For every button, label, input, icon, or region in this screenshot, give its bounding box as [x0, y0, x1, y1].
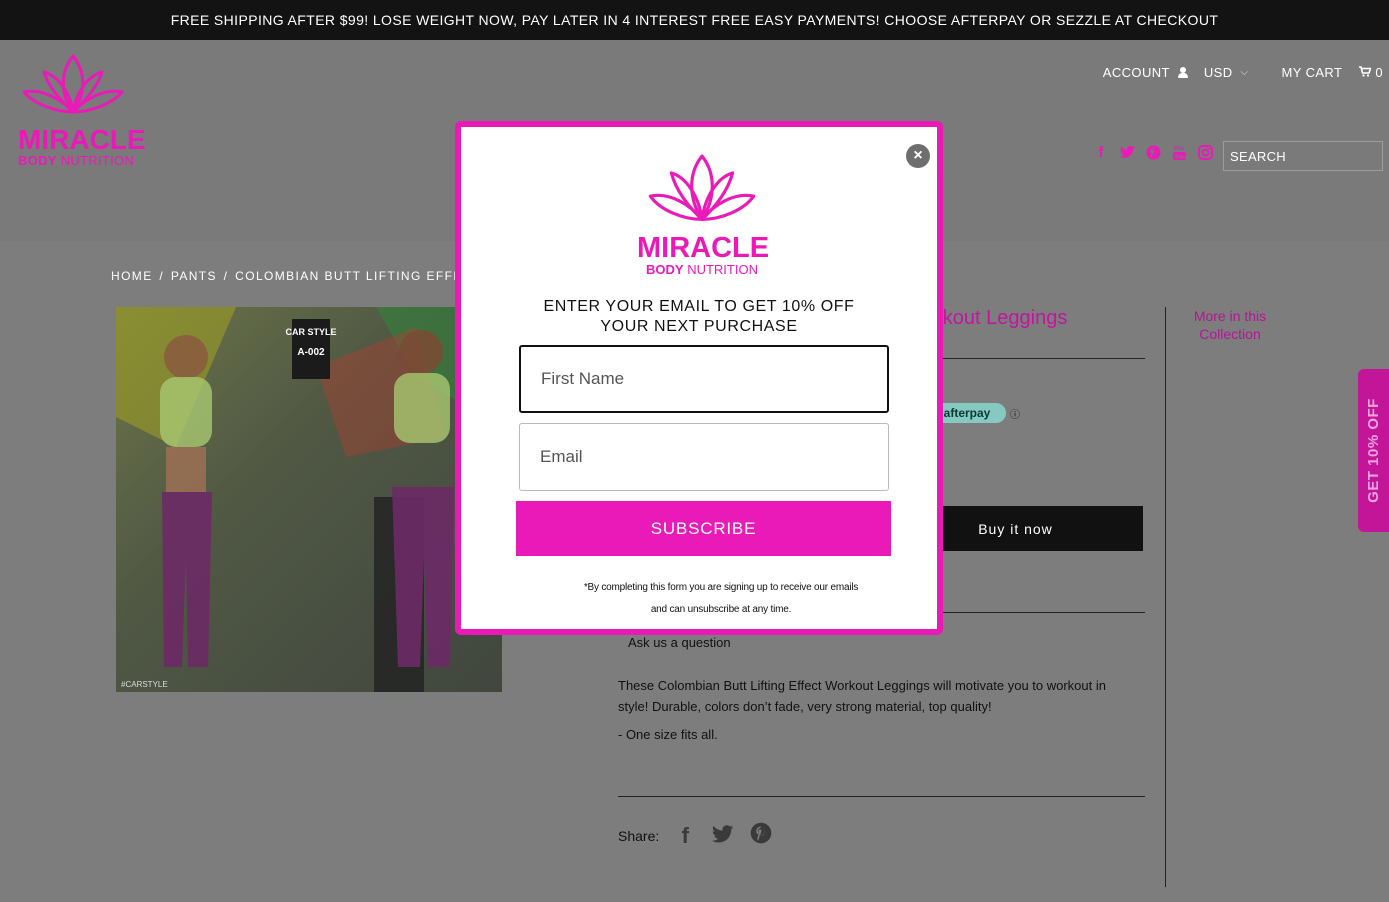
signup-modal-body: × MIRACLE BODY NUTRITION ENTER YOUR EMAI… — [461, 127, 937, 629]
lotus-icon — [22, 54, 124, 114]
breadcrumb-pants[interactable]: PANTS — [171, 269, 217, 283]
modal-logo: MIRACLE BODY NUTRITION — [637, 153, 770, 277]
divider — [618, 796, 1145, 797]
facebook-icon[interactable]: f — [673, 823, 697, 849]
breadcrumb-home[interactable]: HOME — [111, 269, 153, 283]
product-image[interactable]: CAR STYLE A-002 #CARSTYLE — [116, 307, 502, 692]
modal-headline: ENTER YOUR EMAIL TO GET 10% OFF YOUR NEX… — [543, 298, 855, 335]
signup-modal: × MIRACLE BODY NUTRITION ENTER YOUR EMAI… — [455, 121, 943, 635]
lotus-icon — [648, 154, 756, 221]
share-label: Share: — [618, 828, 660, 844]
search-input[interactable] — [1223, 141, 1383, 171]
chevron-down-icon: ⌵ — [1240, 67, 1249, 78]
announcement-bar: FREE SHIPPING AFTER $99! LOSE WEIGHT NOW… — [0, 0, 1389, 40]
product-title: orkout Leggings — [925, 307, 1068, 329]
size-note: - One size fits all. — [618, 727, 718, 742]
logo[interactable]: MIRACLE BODY NUTRITION — [18, 54, 146, 168]
pinterest-icon[interactable] — [1145, 144, 1161, 160]
more-in-collection-link[interactable]: More in this Collection — [1175, 307, 1285, 343]
social-links: f You Tube — [1093, 144, 1213, 161]
image-badge-code: A-002 — [297, 347, 325, 358]
info-icon[interactable]: ⓘ — [1010, 406, 1020, 421]
fine-print: *By completing this form you are signing… — [583, 582, 859, 615]
sidebar-divider — [1165, 307, 1166, 887]
image-watermark: #CARSTYLE — [121, 680, 168, 689]
first-name-input[interactable] — [519, 345, 889, 413]
top-nav: ACCOUNT USD ⌵ MY CART 0 — [1103, 65, 1383, 80]
email-input[interactable] — [519, 423, 889, 491]
instagram-icon[interactable] — [1197, 144, 1213, 160]
cart-count: 0 — [1375, 65, 1383, 80]
cart-link[interactable]: MY CART 0 — [1282, 65, 1384, 80]
svg-text:You: You — [1173, 146, 1184, 152]
brand-sub: BODY NUTRITION — [18, 153, 135, 168]
modal-brand-sub: BODY NUTRITION — [646, 262, 758, 277]
svg-text:Tube: Tube — [1174, 154, 1187, 160]
twitter-icon[interactable] — [1119, 144, 1135, 160]
cart-icon: 0 — [1359, 65, 1383, 80]
brand-name: MIRACLE — [18, 124, 146, 155]
subscribe-button[interactable]: SUBSCRIBE — [516, 501, 891, 556]
breadcrumb: HOME / PANTS / COLOMBIAN BUTT LIFTING EF… — [111, 269, 499, 283]
modal-brand-name: MIRACLE — [637, 232, 770, 264]
close-icon[interactable]: × — [906, 144, 930, 168]
pinterest-icon[interactable] — [749, 822, 773, 850]
get-discount-tab[interactable]: GET 10% OFF — [1358, 369, 1389, 532]
image-badge-top: CAR STYLE — [285, 327, 336, 337]
youtube-icon[interactable]: You Tube — [1171, 144, 1187, 160]
user-icon — [1177, 67, 1188, 78]
ask-question-link[interactable]: Ask us a question — [628, 635, 731, 650]
currency-select[interactable]: USD ⌵ — [1204, 65, 1249, 80]
product-description: These Colombian Butt Lifting Effect Work… — [618, 678, 1106, 714]
twitter-icon[interactable] — [711, 823, 735, 849]
account-link[interactable]: ACCOUNT — [1103, 65, 1188, 80]
share-row: Share: f — [618, 822, 773, 850]
facebook-icon[interactable]: f — [1093, 144, 1109, 161]
announcement-text: FREE SHIPPING AFTER $99! LOSE WEIGHT NOW… — [170, 12, 1219, 28]
